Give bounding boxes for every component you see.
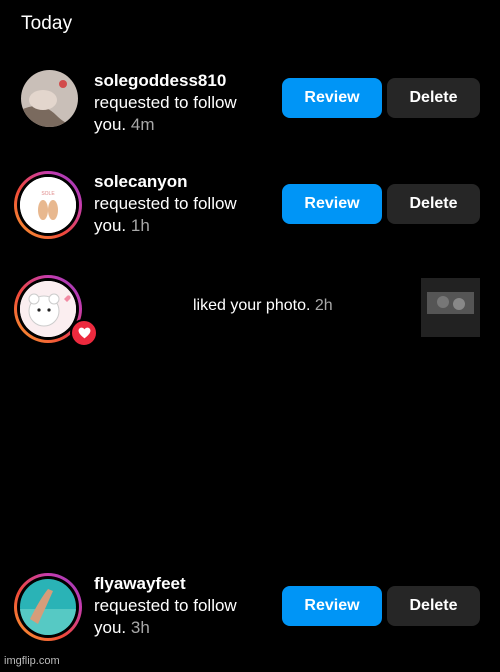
- message-end: you.: [94, 115, 127, 134]
- delete-button[interactable]: Delete: [387, 78, 480, 118]
- notification-text: solegoddess810 requested to follow you. …: [94, 70, 274, 136]
- username[interactable]: flyawayfeet: [94, 573, 274, 595]
- notification-follow-request: solegoddess810 requested to follow you. …: [0, 70, 500, 166]
- avatar-logo-text: SOLE: [41, 191, 55, 197]
- avatar-story-ring[interactable]: SOLE: [14, 171, 82, 239]
- avatar: SOLE: [20, 177, 76, 233]
- post-thumbnail[interactable]: [421, 278, 480, 337]
- avatar-story-ring[interactable]: [14, 275, 98, 347]
- delete-button[interactable]: Delete: [387, 586, 480, 626]
- avatar[interactable]: [21, 70, 78, 127]
- message: requested to follow: [94, 194, 237, 213]
- timestamp: 4m: [130, 115, 155, 134]
- avatar: [20, 281, 76, 337]
- section-title: Today: [21, 13, 73, 34]
- message: requested to follow: [94, 596, 237, 615]
- username[interactable]: solegoddess810: [94, 70, 274, 92]
- delete-button[interactable]: Delete: [387, 184, 480, 224]
- username[interactable]: solecanyon: [94, 171, 274, 193]
- notification-text: solecanyon requested to follow you. 1h: [94, 171, 274, 237]
- message-end: you.: [94, 618, 127, 637]
- avatar: [20, 579, 76, 635]
- timestamp: 2h: [314, 297, 333, 314]
- timestamp: 1h: [130, 216, 150, 235]
- heart-icon: [70, 319, 98, 347]
- avatar-story-ring[interactable]: [14, 573, 82, 641]
- timestamp: 3h: [130, 618, 150, 637]
- review-button[interactable]: Review: [282, 78, 382, 118]
- review-button[interactable]: Review: [282, 184, 382, 224]
- message: requested to follow: [94, 93, 237, 112]
- notification-text: flyawayfeet requested to follow you. 3h: [94, 573, 274, 639]
- message: liked your photo.: [193, 297, 311, 314]
- notification-follow-request: flyawayfeet requested to follow you. 3h …: [0, 573, 500, 669]
- watermark: imgflip.com: [4, 655, 60, 667]
- notification-follow-request: SOLE solecanyon requested to follow you.…: [0, 171, 500, 267]
- notification-like: liked your photo. 2h: [0, 275, 500, 371]
- notification-text: liked your photo. 2h: [193, 297, 333, 315]
- message-end: you.: [94, 216, 127, 235]
- review-button[interactable]: Review: [282, 586, 382, 626]
